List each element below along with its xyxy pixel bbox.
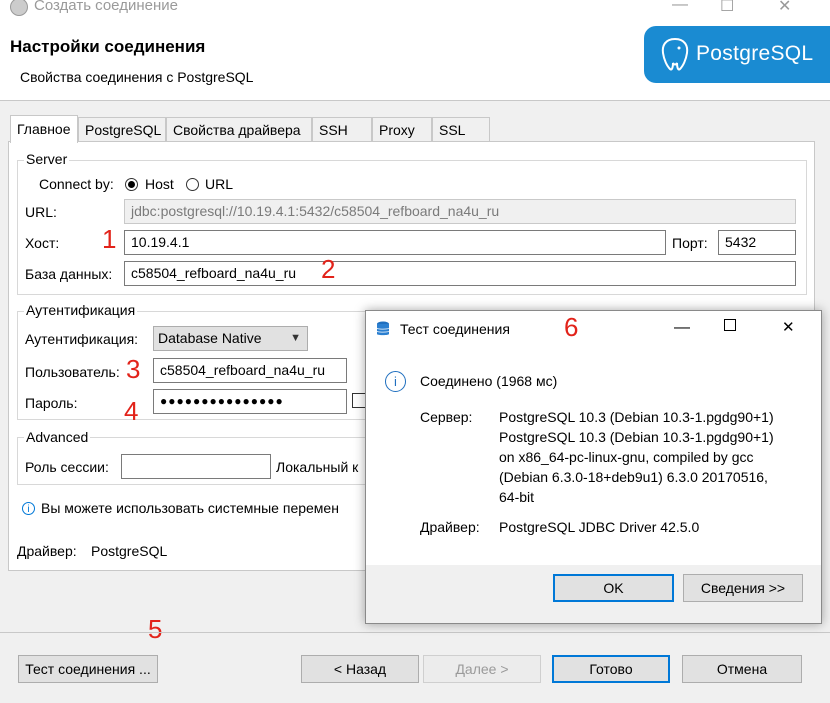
window-title-bar: Создать соединение — ☐ ✕ bbox=[0, 0, 830, 20]
database-icon bbox=[376, 321, 390, 336]
finish-button[interactable]: Готово bbox=[552, 655, 670, 683]
host-label: Хост: bbox=[25, 235, 60, 251]
wizard-header: Настройки соединения Свойства соединения… bbox=[0, 20, 830, 101]
annotation-4: 4 bbox=[124, 396, 139, 426]
port-label: Порт: bbox=[672, 235, 708, 251]
driver-info-label: Драйвер: bbox=[420, 519, 480, 535]
session-role-input[interactable] bbox=[121, 454, 271, 479]
info-text: Вы можете использовать системные перемен bbox=[41, 500, 339, 516]
driver-value[interactable]: PostgreSQL bbox=[91, 543, 167, 559]
maximize-icon[interactable]: ☐ bbox=[720, 0, 734, 16]
server-legend: Server bbox=[24, 151, 70, 167]
minimize-icon[interactable]: — bbox=[674, 319, 690, 337]
dialog-content: i Соединено (1968 мс) Сервер: PostgreSQL… bbox=[366, 347, 821, 565]
close-icon[interactable]: ✕ bbox=[782, 318, 795, 336]
cancel-button[interactable]: Отмена bbox=[682, 655, 802, 683]
auth-type-value: Database Native bbox=[158, 330, 262, 346]
driver-info-value: PostgreSQL JDBC Driver 42.5.0 bbox=[499, 519, 700, 535]
window-title: Создать соединение bbox=[34, 0, 178, 14]
password-input[interactable]: ●●●●●●●●●●●●●●● bbox=[153, 389, 347, 414]
page-title: Настройки соединения bbox=[10, 37, 206, 56]
tab-driver-properties[interactable]: Свойства драйвера bbox=[166, 117, 312, 141]
annotation-3: 3 bbox=[126, 354, 141, 384]
server-info-line: on x86_64-pc-linux-gnu, compiled by gcc bbox=[499, 449, 754, 465]
details-button[interactable]: Сведения >> bbox=[683, 574, 803, 602]
user-label: Пользователь: bbox=[25, 364, 120, 380]
host-input[interactable]: 10.19.4.1 bbox=[124, 230, 666, 255]
close-icon[interactable]: ✕ bbox=[778, 0, 791, 16]
tab-proxy[interactable]: Proxy bbox=[372, 117, 432, 141]
server-info-line: PostgreSQL 10.3 (Debian 10.3-1.pgdg90+1) bbox=[499, 429, 774, 445]
tab-ssh[interactable]: SSH bbox=[312, 117, 372, 141]
tab-postgresql[interactable]: PostgreSQL bbox=[78, 117, 166, 141]
next-button[interactable]: Далее > bbox=[423, 655, 541, 683]
advanced-legend: Advanced bbox=[24, 429, 91, 445]
page-subtitle: Свойства соединения с PostgreSQL bbox=[20, 69, 254, 85]
info-icon: i bbox=[22, 502, 35, 515]
tab-main[interactable]: Главное bbox=[10, 115, 78, 143]
maximize-icon[interactable] bbox=[724, 319, 736, 331]
footer-divider bbox=[0, 632, 830, 633]
url-input[interactable]: jdbc:postgresql://10.19.4.1:5432/c58504_… bbox=[124, 199, 796, 224]
dialog-message: Соединено (1968 мс) bbox=[420, 373, 558, 389]
password-label: Пароль: bbox=[25, 395, 78, 411]
driver-label: Драйвер: bbox=[17, 543, 77, 559]
user-input[interactable]: c58504_refboard_na4u_ru bbox=[153, 358, 347, 383]
session-role-label: Роль сессии: bbox=[25, 459, 109, 475]
tab-ssl[interactable]: SSL bbox=[432, 117, 490, 141]
annotation-6: 6 bbox=[564, 312, 579, 342]
url-radio-label[interactable]: URL bbox=[205, 176, 233, 192]
dialog-title-bar: Тест соединения 6 — ✕ bbox=[366, 311, 821, 347]
server-info-line: PostgreSQL 10.3 (Debian 10.3-1.pgdg90+1) bbox=[499, 409, 774, 425]
app-icon bbox=[10, 0, 28, 16]
url-radio[interactable] bbox=[186, 178, 199, 191]
database-label: База данных: bbox=[25, 266, 113, 282]
annotation-2: 2 bbox=[321, 254, 336, 284]
auth-type-select[interactable]: Database Native ▼ bbox=[153, 326, 308, 351]
local-label: Локальный к bbox=[276, 459, 359, 475]
auth-type-label: Аутентификация: bbox=[25, 331, 139, 347]
test-connection-dialog: Тест соединения 6 — ✕ i Соединено (1968 … bbox=[365, 310, 822, 624]
url-label: URL: bbox=[25, 204, 57, 220]
chevron-down-icon: ▼ bbox=[290, 332, 301, 344]
host-radio[interactable] bbox=[125, 178, 138, 191]
logo-text: PostgreSQL bbox=[696, 42, 814, 65]
test-connection-button[interactable]: Тест соединения ... bbox=[18, 655, 158, 683]
ok-button[interactable]: OK bbox=[553, 574, 674, 602]
info-icon: i bbox=[385, 371, 406, 392]
elephant-icon bbox=[661, 37, 689, 71]
server-info-line: 64-bit bbox=[499, 489, 535, 505]
annotation-5: 5 bbox=[148, 614, 163, 644]
back-button[interactable]: < Назад bbox=[301, 655, 419, 683]
server-info-label: Сервер: bbox=[420, 409, 473, 425]
database-input[interactable]: c58504_refboard_na4u_ru bbox=[124, 261, 796, 286]
auth-legend: Аутентификация bbox=[24, 302, 138, 318]
annotation-1: 1 bbox=[102, 224, 117, 254]
server-info-line: (Debian 6.3.0-18+deb9u1) 6.3.0 20170516, bbox=[499, 469, 768, 485]
dialog-title: Тест соединения bbox=[400, 321, 510, 337]
minimize-icon[interactable]: — bbox=[672, 0, 688, 14]
port-input[interactable]: 5432 bbox=[718, 230, 796, 255]
host-radio-label[interactable]: Host bbox=[145, 176, 174, 192]
connect-by-label: Connect by: bbox=[39, 176, 114, 192]
postgresql-logo: PostgreSQL bbox=[644, 26, 830, 83]
